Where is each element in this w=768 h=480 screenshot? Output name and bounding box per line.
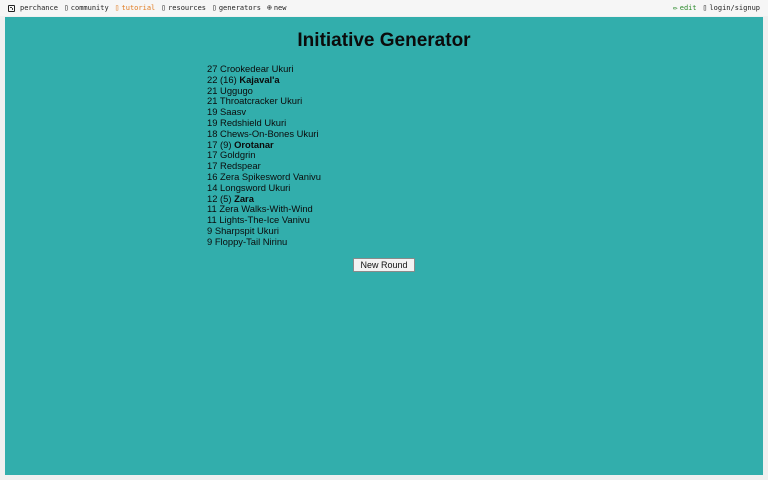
initiative-roll: 16: [207, 170, 218, 182]
nav-tutorial[interactable]: ▯ tutorial: [114, 3, 156, 13]
initiative-name: Sharpspit Ukuri: [214, 224, 279, 236]
nav-tutorial-label: tutorial: [121, 4, 156, 12]
initiative-roll: 17 (9): [207, 138, 232, 150]
nav-perchance[interactable]: perchance: [8, 4, 58, 12]
initiative-name: Redshield Ukuri: [220, 116, 287, 128]
chat-icon: ▯: [63, 3, 69, 12]
plus-circle-icon: ⊕: [267, 3, 272, 12]
initiative-row: 9 Floppy-Tail Nirinu: [207, 235, 321, 248]
initiative-name: Zera Walks-With-Wind: [219, 203, 313, 215]
nav-right: ✏ edit ▯ login/signup: [672, 3, 760, 13]
nav-community-label: community: [70, 4, 109, 12]
nav-new-label: new: [273, 4, 287, 12]
initiative-roll: 21: [207, 84, 218, 96]
nav-edit[interactable]: ✏ edit: [672, 3, 697, 13]
nav-new[interactable]: ⊕ new: [267, 3, 287, 13]
initiative-name: Saasv: [220, 106, 247, 118]
initiative-roll: 11: [207, 214, 217, 226]
initiative-roll: 21: [207, 95, 218, 107]
box-icon: ▯: [161, 3, 167, 12]
pencil-icon: ✏: [672, 3, 678, 12]
initiative-name: Kajaval'a: [239, 73, 280, 85]
initiative-roll: 18: [207, 127, 218, 139]
initiative-roll: 11: [207, 203, 217, 215]
initiative-roll: 19: [207, 106, 218, 118]
initiative-roll: 22 (16): [207, 73, 237, 85]
initiative-roll: 19: [207, 116, 218, 128]
nav-resources-label: resources: [168, 4, 207, 12]
nav-login[interactable]: ▯ login/signup: [702, 3, 760, 13]
nav-resources[interactable]: ▯ resources: [161, 3, 207, 13]
nav-edit-label: edit: [679, 4, 697, 12]
new-round-button[interactable]: New Round: [353, 258, 415, 272]
nav-generators-label: generators: [218, 4, 261, 12]
nav-login-label: login/signup: [709, 4, 760, 12]
initiative-name: Uggugo: [220, 84, 253, 96]
book-icon: ▯: [114, 3, 120, 12]
initiative-name: Chews-On-Bones Ukuri: [220, 127, 319, 139]
user-icon: ▯: [702, 3, 708, 12]
initiative-name: Redspear: [220, 160, 261, 172]
initiative-name: Longsword Ukuri: [220, 181, 291, 193]
initiative-roll: 9: [207, 235, 213, 247]
initiative-name: Lights-The-Ice Vanivu: [219, 214, 310, 226]
nav-community[interactable]: ▯ community: [63, 3, 109, 13]
initiative-roll: 14: [207, 181, 218, 193]
initiative-name: Goldgrin: [220, 149, 256, 161]
page-title: Initiative Generator: [297, 30, 471, 51]
initiative-name: Throatcracker Ukuri: [219, 95, 303, 107]
initiative-roll: 12 (5): [207, 192, 232, 204]
top-nav-bar: perchance ▯ community ▯ tutorial ▯ resou…: [0, 0, 768, 16]
initiative-roll: 17: [207, 149, 218, 161]
initiative-name: Orotanar: [234, 138, 274, 150]
initiative-roll: 27: [207, 63, 218, 74]
generator-output-panel: Initiative Generator 27 Crookedear Ukuri…: [5, 17, 763, 475]
initiative-roll: 17: [207, 160, 218, 172]
die-icon: [8, 4, 15, 12]
initiative-name: Floppy-Tail Nirinu: [214, 235, 288, 247]
initiative-roll: 9: [207, 224, 213, 236]
initiative-list: 27 Crookedear Ukuri 22 (16) Kajaval'a 21 U…: [207, 63, 321, 248]
gear-icon: ▯: [212, 3, 217, 12]
nav-perchance-label: perchance: [20, 4, 58, 12]
initiative-name: Zera Spikesword Vanivu: [220, 170, 321, 182]
nav-left: perchance ▯ community ▯ tutorial ▯ resou…: [8, 4, 286, 12]
nav-generators[interactable]: ▯ generators: [212, 3, 261, 13]
initiative-name: Zara: [234, 192, 254, 204]
initiative-name: Crookedear Ukuri: [220, 63, 294, 74]
